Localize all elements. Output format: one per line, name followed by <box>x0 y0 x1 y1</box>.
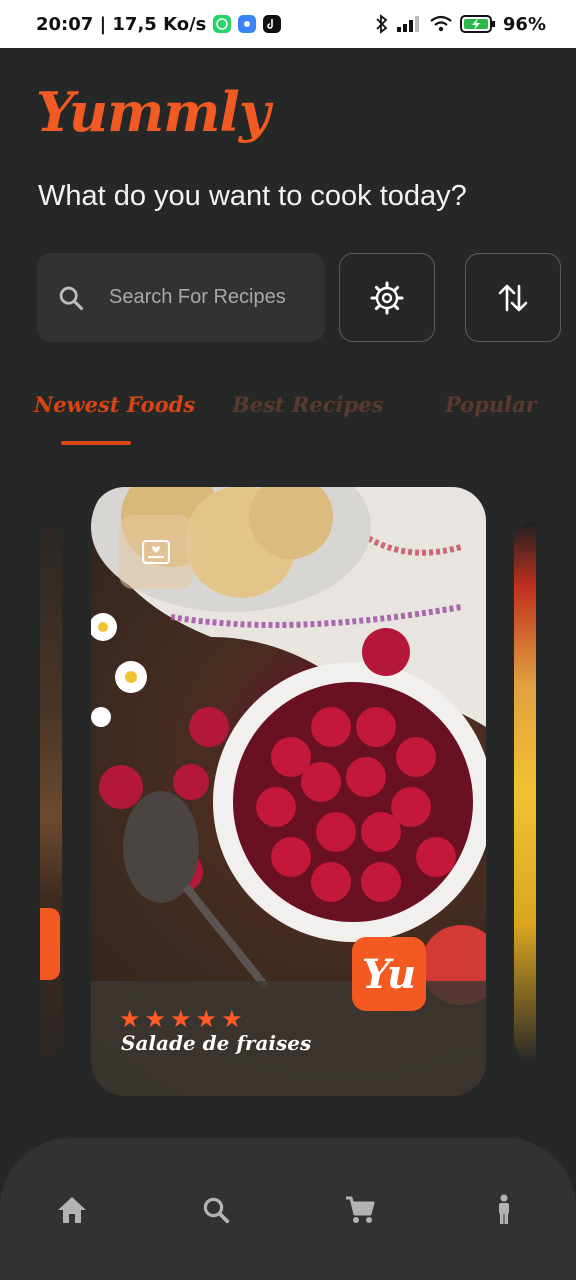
tab-newest-foods[interactable]: Newest Foods <box>34 392 195 417</box>
person-icon <box>499 1194 509 1224</box>
star-icon: ★ <box>170 1006 192 1033</box>
previous-recipe-card[interactable] <box>40 522 62 1060</box>
star-icon: ★ <box>144 1006 167 1033</box>
tab-best-recipes[interactable]: Best Recipes <box>232 392 383 417</box>
filter-settings-button[interactable] <box>339 253 435 342</box>
tiktok-icon <box>263 15 282 33</box>
bluetooth-icon <box>376 14 388 34</box>
search-icon <box>203 1197 230 1224</box>
search-input[interactable] <box>107 285 311 310</box>
star-icon: ★ <box>221 1006 243 1033</box>
status-right: 96% <box>375 14 546 35</box>
nav-cart[interactable] <box>342 1192 378 1228</box>
cart-icon <box>346 1196 375 1223</box>
nav-search[interactable] <box>198 1192 234 1228</box>
recipe-title: Salade de fraises <box>121 1031 312 1055</box>
yummly-badge: Yu <box>352 937 426 1011</box>
status-bar: 20:07 | 17,5 Ko/s 96% <box>0 0 576 48</box>
search-bar[interactable] <box>37 253 325 342</box>
star-icon: ★ <box>195 1006 218 1033</box>
sort-arrows-icon <box>498 284 528 311</box>
settings-app-icon <box>238 15 257 33</box>
home-icon <box>58 1197 86 1223</box>
recipe-info-panel: ★ ★ ★ ★ ★ Salade de fraises <box>91 981 486 1096</box>
gear-icon <box>370 281 404 314</box>
card-badge-partial <box>40 908 60 980</box>
featured-recipe-card[interactable]: ★ ★ ★ ★ ★ Salade de fraises Yu <box>91 487 486 1096</box>
tab-popular[interactable]: Popular <box>445 392 537 417</box>
signal-icon <box>396 16 419 32</box>
search-icon <box>59 286 84 310</box>
nav-profile[interactable] <box>486 1192 522 1228</box>
star-icon: ★ <box>119 1006 141 1033</box>
wifi-icon <box>430 15 452 32</box>
battery-icon <box>459 15 495 33</box>
app-logo: Yummly <box>36 80 270 144</box>
active-tab-indicator <box>61 441 131 445</box>
next-recipe-card[interactable] <box>514 522 536 1060</box>
whatsapp-icon <box>213 15 232 33</box>
sort-button[interactable] <box>465 253 561 342</box>
recipe-card-icon <box>142 540 170 564</box>
page-title: What do you want to cook today? <box>38 180 467 212</box>
battery-level: 96% <box>502 13 546 35</box>
rating-stars: ★ ★ ★ ★ ★ <box>119 1005 243 1034</box>
status-time-speed: 20:07 | 17,5 Ko/s <box>36 13 207 35</box>
bookmark-button[interactable] <box>119 515 193 589</box>
nav-home[interactable] <box>54 1192 90 1228</box>
status-left: 20:07 | 17,5 Ko/s <box>36 13 282 35</box>
